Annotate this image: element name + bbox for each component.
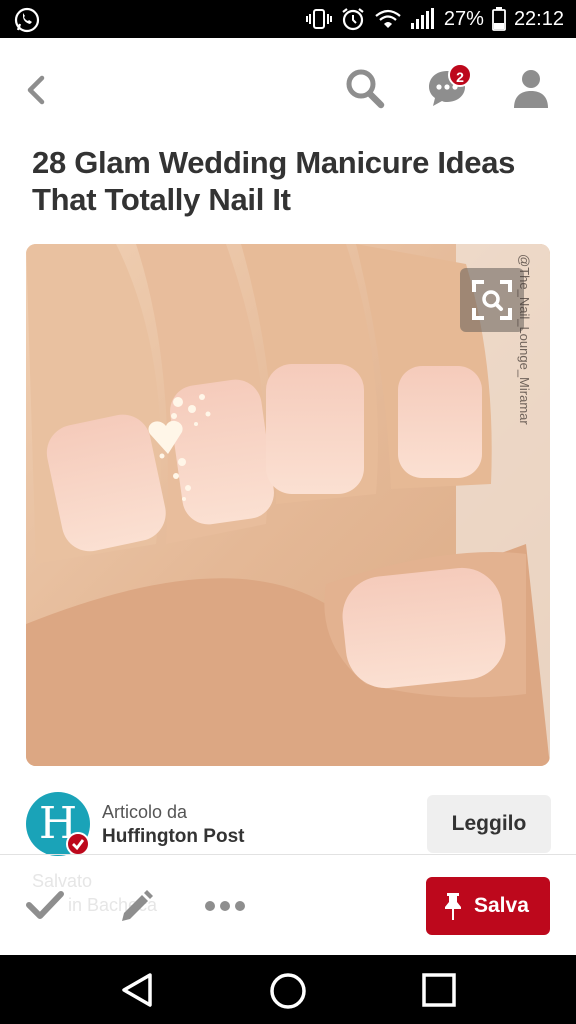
source-row: H Articolo da Huffington Post Leggilo [26, 792, 556, 856]
navigation-bar [0, 955, 576, 1024]
nav-recents-icon[interactable] [420, 971, 458, 1009]
save-button[interactable]: Salva [426, 877, 550, 935]
more-icon[interactable] [204, 899, 246, 918]
nav-back-icon[interactable] [118, 971, 156, 1009]
edit-icon[interactable] [118, 887, 154, 928]
nav-home-icon[interactable] [268, 971, 308, 1011]
action-bar: Salvato in Bacheca Salva [0, 855, 576, 955]
battery-percent: 27% [443, 7, 484, 30]
search-icon[interactable] [344, 66, 386, 115]
whatsapp-icon [14, 7, 40, 33]
save-button-label: Salva [474, 894, 529, 917]
wifi-icon [374, 8, 402, 30]
verified-check-icon [66, 832, 90, 856]
pin-title: 28 Glam Wedding Manicure Ideas That Tota… [32, 145, 516, 217]
clock: 22:12 [513, 7, 564, 30]
image-watermark: @The_Nail_Lounge_Miramar [517, 254, 532, 425]
alarm-icon [340, 6, 366, 32]
battery-icon [492, 7, 506, 31]
vibrate-icon [305, 8, 332, 30]
back-arrow-icon[interactable] [18, 72, 54, 113]
signal-icon [410, 8, 436, 30]
profile-icon[interactable] [510, 66, 552, 115]
notification-badge: 2 [448, 63, 472, 87]
status-bar: 27% 22:12 [0, 0, 576, 38]
check-icon[interactable] [26, 889, 64, 926]
pin-icon [445, 893, 461, 920]
source-name[interactable]: Huffington Post [102, 826, 244, 848]
source-label: Articolo da [102, 802, 188, 822]
pin-header [0, 38, 576, 138]
read-article-button[interactable]: Leggilo [427, 795, 551, 853]
